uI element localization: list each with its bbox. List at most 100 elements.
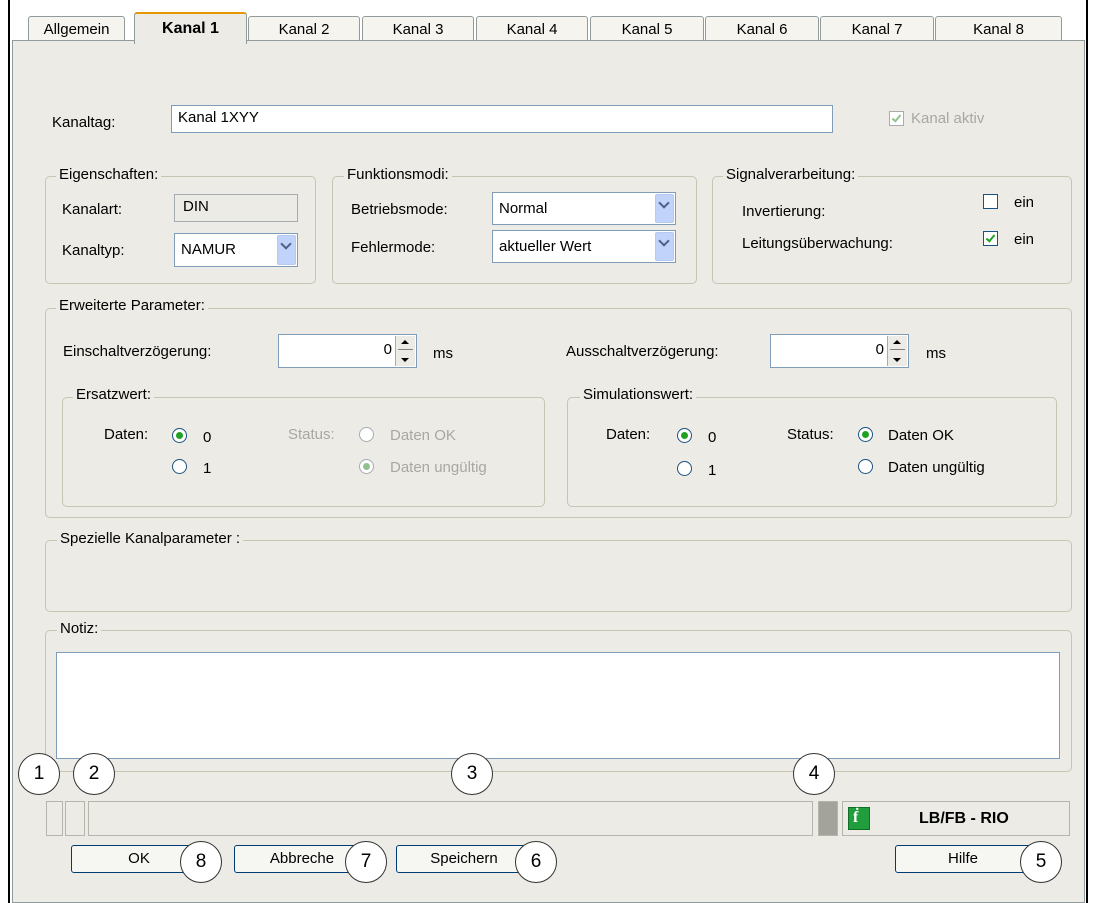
brand-panel: ḟ LB/FB - RIO [842,801,1070,836]
fehlermode-value: aktueller Wert [499,238,592,255]
invertierung-label: Invertierung: [742,203,826,220]
chevron-down-icon [658,197,670,209]
invertierung-ein-label: ein [1014,194,1035,211]
ausschalt-value: 0 [875,341,884,358]
signalverarbeitung-group [712,176,1072,284]
eigenschaften-group [45,176,316,284]
callout-4: 4 [793,753,835,795]
kanaltyp-select[interactable]: NAMUR [174,233,298,267]
ersatz-status-bad-label: Daten ungültig [390,459,487,476]
callout-5: 5 [1020,841,1062,883]
ausschalt-label: Ausschaltverzögerung: [566,343,719,360]
fehlermode-label: Fehlermode: [351,239,436,256]
simulationswert-title: Simulationswert: [580,386,697,403]
status-indicator-4 [818,801,838,836]
status-indicator-1 [46,801,63,836]
kanaltyp-label: Kanaltyp: [62,242,125,259]
ersatz-status-bad-radio[interactable] [359,459,374,474]
betriebsmode-select[interactable]: Normal [492,192,676,225]
spinner-arrows[interactable] [395,336,415,366]
kanalart-value: DIN [174,194,298,222]
kanalart-label: Kanalart: [62,201,123,218]
ersatz-daten-0-radio[interactable] [172,428,187,443]
simulationswert-group [567,397,1057,507]
betriebsmode-value: Normal [499,200,548,217]
ersatz-status-ok-label: Daten OK [390,427,456,444]
callout-8: 8 [180,841,222,883]
kanaltag-input[interactable]: Kanal 1XYY [171,105,833,133]
ersatz-daten-label: Daten: [104,426,149,443]
eigenschaften-title: Eigenschaften: [56,166,162,183]
sim-daten-0-radio[interactable] [677,428,692,443]
callout-3: 3 [451,753,493,795]
fehlermode-select[interactable]: aktueller Wert [492,230,676,263]
leitung-label: Leitungsüberwachung: [742,235,893,252]
sim-daten-1-label: 1 [708,462,717,479]
arrow-down-icon [401,358,409,362]
tab-kanal-3[interactable]: Kanal 3 [362,16,474,43]
kanaltyp-value: NAMUR [181,241,236,258]
kanaltag-label: Kanaltag: [52,114,116,131]
tab-kanal-1[interactable]: Kanal 1 [134,12,247,44]
arrow-down-icon [893,358,901,362]
betriebsmode-label: Betriebsmode: [351,201,448,218]
tab-kanal-8[interactable]: Kanal 8 [935,16,1062,43]
ersatzwert-title: Ersatzwert: [73,386,155,403]
sim-daten-label: Daten: [606,426,651,443]
ausschalt-unit: ms [926,345,946,362]
callout-2: 2 [73,753,115,795]
notiz-textarea[interactable] [56,652,1060,759]
sim-daten-1-radio[interactable] [677,461,692,476]
check-icon [891,112,902,123]
callout-6: 6 [515,841,557,883]
arrow-up-icon [893,340,901,344]
tab-kanal-4[interactable]: Kanal 4 [476,16,588,43]
chevron-down-icon [280,238,292,250]
callout-1: 1 [18,753,60,795]
signalverarbeitung-title: Signalverarbeitung: [723,166,859,183]
einschalt-spinner[interactable]: 0 [278,334,417,368]
dropdown-button[interactable] [655,194,674,223]
invertierung-checkbox[interactable] [983,194,998,209]
arrow-up-icon [401,340,409,344]
einschalt-label: Einschaltverzögerung: [63,343,212,360]
spinner-arrows[interactable] [887,336,907,366]
tab-kanal-7[interactable]: Kanal 7 [820,16,934,43]
spezielle-title: Spezielle Kanalparameter : [57,530,244,547]
sim-status-ok-radio[interactable] [858,427,873,442]
tab-allgemein[interactable]: Allgemein [28,16,125,43]
ersatz-daten-0-label: 0 [203,429,212,446]
ersatz-status-label: Status: [288,426,335,443]
notiz-title: Notiz: [57,620,102,637]
kanal-aktiv-label: Kanal aktiv [911,110,985,127]
ersatz-daten-1-label: 1 [203,460,212,477]
ersatzwert-group [62,397,545,507]
ausschalt-spinner[interactable]: 0 [770,334,909,368]
leitung-checkbox[interactable] [983,231,998,246]
leitung-ein-label: ein [1014,231,1035,248]
erweitert-title: Erweiterte Parameter: [56,297,208,314]
check-icon [985,232,996,243]
dropdown-button[interactable] [655,232,674,261]
sim-status-label: Status: [787,426,834,443]
sim-status-bad-label: Daten ungültig [888,459,985,476]
status-message [88,801,813,836]
ersatz-daten-1-radio[interactable] [172,459,187,474]
help-button[interactable]: Hilfe [895,845,1031,873]
kanal-aktiv-checkbox[interactable] [889,111,904,126]
save-button[interactable]: Speichern [396,845,532,873]
tab-kanal-2[interactable]: Kanal 2 [248,16,360,43]
sim-daten-0-label: 0 [708,429,717,446]
tab-kanal-6[interactable]: Kanal 6 [705,16,819,43]
callout-7: 7 [345,841,387,883]
sim-status-bad-radio[interactable] [858,459,873,474]
spezielle-group [45,540,1072,612]
tab-kanal-5[interactable]: Kanal 5 [590,16,704,43]
funktionsmodi-title: Funktionsmodi: [344,166,452,183]
status-indicator-2 [65,801,85,836]
brand-text: LB/FB - RIO [919,810,1009,827]
ersatz-status-ok-radio[interactable] [359,427,374,442]
sim-status-ok-label: Daten OK [888,427,954,444]
chevron-down-icon [658,235,670,247]
dropdown-button[interactable] [277,235,296,265]
